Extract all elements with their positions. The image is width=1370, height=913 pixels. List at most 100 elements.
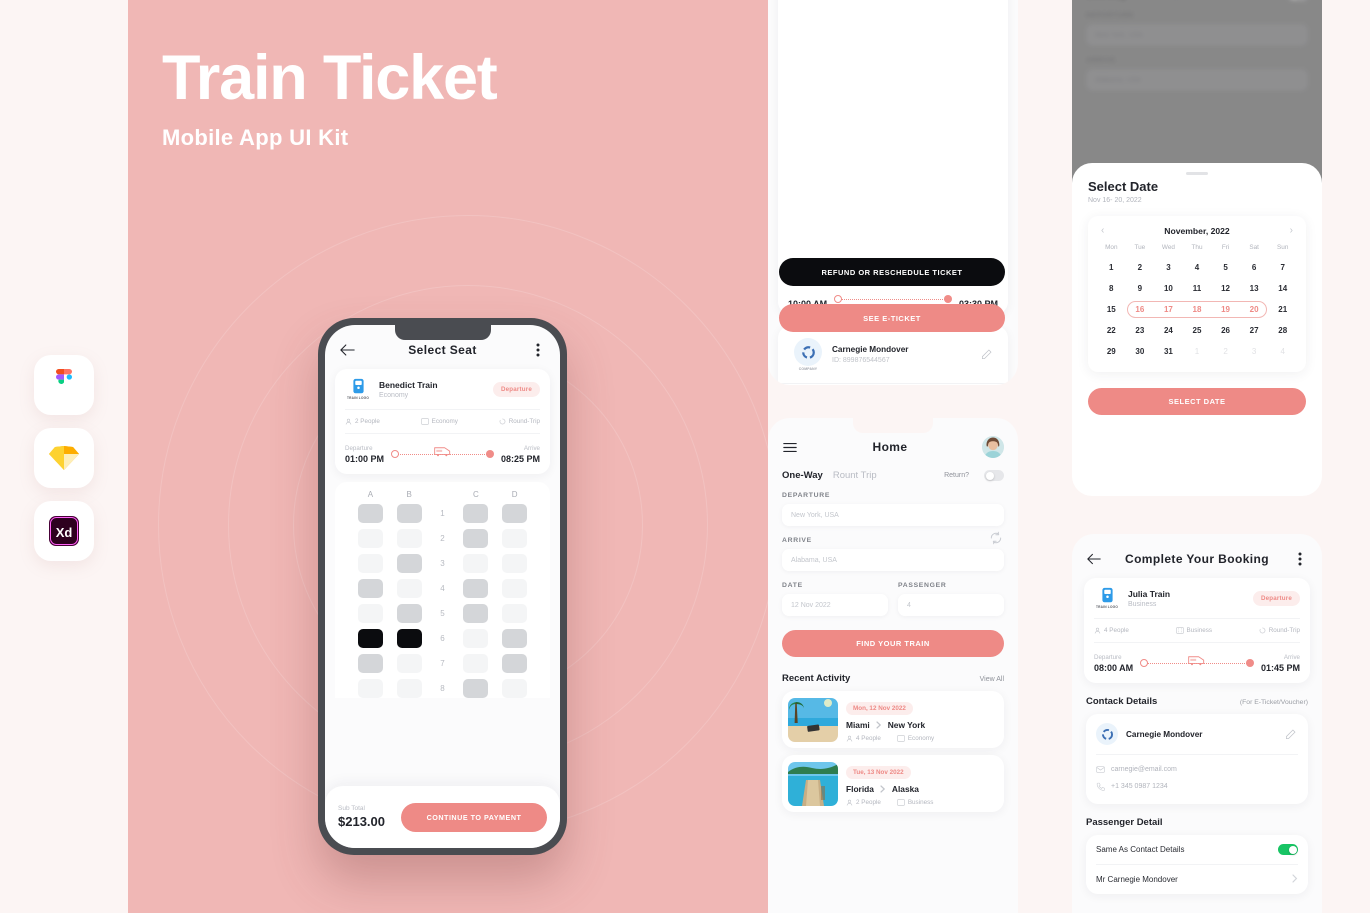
view-all-link[interactable]: View All [980,676,1004,683]
ticket-icon [896,735,905,742]
seat-D4[interactable] [502,579,528,598]
date-input[interactable]: 12 Nov 2022 [782,594,888,616]
seat-A2[interactable] [357,529,383,548]
tab-round-trip[interactable]: Rount Trip [833,470,877,481]
seat-D2[interactable] [502,529,528,548]
continue-to-payment-button[interactable]: CONTINUE TO PAYMENT [401,802,547,832]
calendar-day[interactable]: 25 [1183,326,1212,335]
chevron-right-icon [880,785,885,793]
calendar-day[interactable]: 21 [1268,305,1297,314]
calendar-day[interactable]: 4 [1183,263,1212,272]
seat-row-number: 2 [440,534,445,543]
calendar-day[interactable]: 26 [1211,326,1240,335]
seat-C6[interactable] [463,629,489,648]
calendar-day[interactable]: 2 [1126,263,1155,272]
refund-reschedule-button[interactable]: REFUND OR RESCHEDULE TICKET [779,258,1005,286]
arrow-left-icon[interactable] [339,344,355,356]
calendar-day[interactable]: 23 [1126,326,1155,335]
same-as-contact-row[interactable]: Same As Contact Details [1096,835,1298,864]
list-item[interactable]: Mon, 12 Nov 2022 Miami New York 4 People [782,691,1004,748]
return-toggle[interactable] [984,470,1004,481]
arrive-input[interactable]: Alabama, USA [782,549,1004,571]
calendar-day[interactable]: 13 [1240,284,1269,293]
calendar-day[interactable]: 27 [1240,326,1269,335]
ticket-icon [896,799,905,806]
calendar-day[interactable]: 6 [1240,263,1269,272]
calendar-day[interactable]: 31 [1154,347,1183,356]
pencil-icon[interactable] [978,349,994,360]
seat-A8[interactable] [357,679,383,698]
avatar[interactable] [982,436,1004,458]
beach-photo [788,697,838,742]
seat-A6[interactable] [357,629,383,648]
seat-D8[interactable] [502,679,528,698]
figma-chip[interactable] [34,355,94,415]
calendar-day[interactable]: 9 [1126,284,1155,293]
seat-B2[interactable] [396,529,422,548]
seat-A3[interactable] [357,554,383,573]
ticket-icon [420,418,429,425]
calendar-day[interactable]: 18 [1183,305,1212,314]
calendar-day[interactable]: 30 [1126,347,1155,356]
seat-C3[interactable] [463,554,489,573]
passenger-input[interactable]: 4 [898,594,1004,616]
calendar-day[interactable]: 11 [1183,284,1212,293]
calendar-week: 15 16 17 18 19 20 21 [1097,299,1297,320]
seat-B7[interactable] [396,654,422,673]
activity-route: Florida Alaska [846,784,998,794]
calendar-day[interactable]: 16 [1126,305,1155,314]
see-eticket-button[interactable]: SEE E-TICKET [779,304,1005,332]
train-logo-text: TRAIN LOGO [346,396,369,400]
tab-one-way[interactable]: One-Way [782,470,823,481]
chevron-right-icon[interactable]: › [1290,225,1293,236]
calendar-day[interactable]: 17 [1154,305,1183,314]
seat-B6[interactable] [396,629,422,648]
more-vertical-icon[interactable] [1292,552,1308,566]
ui-kit-poster: Train Ticket Mobile App UI Kit Xd COMPAN… [0,0,1370,913]
more-vertical-icon[interactable] [530,343,546,357]
activity-date-badge: Tue, 13 Nov 2022 [846,766,911,779]
calendar-day[interactable]: 5 [1211,263,1240,272]
calendar-day[interactable]: 14 [1268,284,1297,293]
seat-A5[interactable] [357,604,383,623]
calendar-day[interactable]: 20 [1240,305,1269,314]
departure-input[interactable]: New York, USA [782,504,1004,526]
seat-train-name: Benedict Train [379,379,438,390]
arrow-left-icon[interactable] [1086,553,1102,565]
calendar-day[interactable]: 24 [1154,326,1183,335]
find-your-train-button[interactable]: FIND YOUR TRAIN [782,630,1004,657]
seat-B4[interactable] [396,579,422,598]
seat-B8[interactable] [396,679,422,698]
list-item[interactable]: Tue, 13 Nov 2022 Florida Alaska 2 People [782,755,1004,812]
pencil-icon[interactable] [1282,728,1298,740]
calendar-day[interactable]: 15 [1097,305,1126,314]
seat-D3[interactable] [502,554,528,573]
sketch-chip[interactable] [34,428,94,488]
calendar-day[interactable]: 19 [1211,305,1240,314]
seat-D5[interactable] [502,604,528,623]
seat-departure-label: Departure [345,445,373,452]
calendar-day[interactable]: 3 [1154,263,1183,272]
seat-title: Select Seat [408,343,477,357]
calendar-day[interactable]: 12 [1211,284,1240,293]
hamburger-icon[interactable] [782,442,798,453]
adobe-xd-chip[interactable]: Xd [34,501,94,561]
calendar-day[interactable]: 8 [1097,284,1126,293]
seat-train-meta: 2 People Economy Round-Trip [345,409,540,425]
calendar-day[interactable]: 7 [1268,263,1297,272]
passenger-name-row[interactable]: Mr Carnegie Mondover [1096,864,1298,894]
swap-refresh-icon[interactable] [988,531,1004,545]
same-as-contact-toggle[interactable] [1278,844,1298,855]
contact-email: carnegie@email.com [1111,766,1177,773]
calendar-day[interactable]: 29 [1097,347,1126,356]
calendar-day[interactable]: 28 [1268,326,1297,335]
seat-row-number: 8 [440,684,445,693]
person-icon [846,799,853,806]
seat-C7[interactable] [463,654,489,673]
calendar-day[interactable]: 22 [1097,326,1126,335]
contact-details-title: Contack Details [1086,696,1158,707]
calendar-day[interactable]: 10 [1154,284,1183,293]
chevron-left-icon[interactable]: ‹ [1101,225,1104,236]
calendar-day[interactable]: 1 [1097,263,1126,272]
select-date-button[interactable]: SELECT DATE [1088,387,1306,415]
